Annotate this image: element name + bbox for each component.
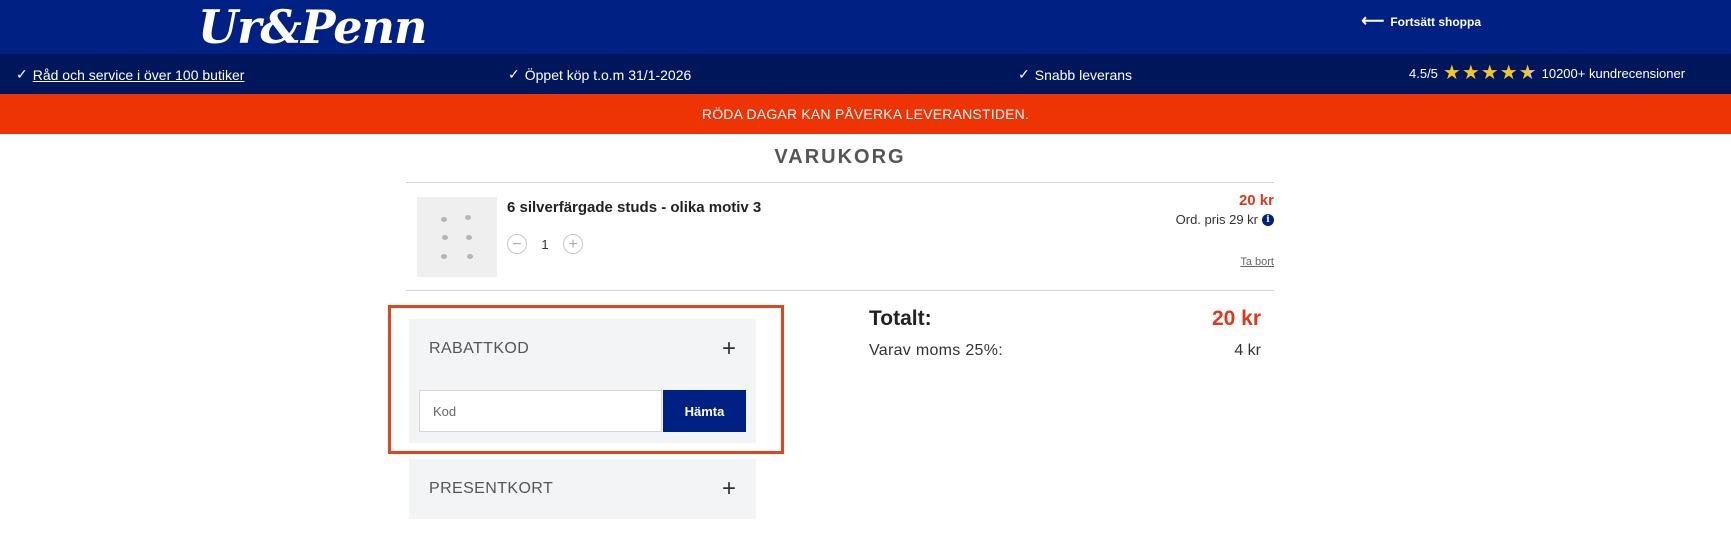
gift-card-panel: PRESENTKORT +: [409, 459, 756, 519]
delivery-alert-banner: RÖDA DAGAR KAN PÅVERKA LEVERANSTIDEN.: [0, 94, 1731, 134]
decrease-quantity-button[interactable]: −: [507, 234, 527, 254]
star-icon: ★: [1442, 62, 1461, 84]
vat-value: 4 kr: [1234, 342, 1261, 359]
review-count: 10200+ kundrecensioner: [1541, 65, 1686, 81]
rating-stars: ★ ★ ★ ★ ★: [1442, 62, 1537, 84]
check-icon: ✓: [508, 66, 520, 82]
star-icon: ★: [1480, 62, 1499, 84]
divider: [406, 290, 1274, 291]
gift-card-toggle[interactable]: PRESENTKORT +: [429, 459, 736, 519]
increase-quantity-button[interactable]: +: [563, 234, 583, 254]
rating-summary[interactable]: 4.5/5 ★ ★ ★ ★ ★ 10200+ kundrecensioner: [1409, 62, 1686, 84]
stud-dot: [467, 254, 473, 259]
stud-dot: [441, 217, 447, 222]
info-icon[interactable]: i: [1262, 213, 1274, 226]
product-image[interactable]: [417, 197, 497, 277]
stud-dot: [442, 235, 448, 240]
quantity-stepper: − 1 +: [507, 234, 583, 254]
highlight-box: [388, 305, 784, 454]
rating-score: 4.5/5: [1409, 65, 1438, 81]
arrow-left-icon: ⟵: [1361, 13, 1385, 30]
ordinary-price: Ord. pris 29 kr i: [1176, 212, 1274, 227]
star-icon: ★: [1499, 62, 1518, 84]
check-icon: ✓: [16, 66, 28, 82]
half-star-icon: ★: [1518, 62, 1537, 84]
total-label: Totalt:: [869, 307, 932, 330]
divider: [406, 182, 1274, 183]
site-header: Ur&Penn ⟵ Fortsätt shoppa: [0, 0, 1731, 54]
ordinary-price-label: Ord. pris 29 kr: [1175, 212, 1258, 227]
continue-shopping-label: Fortsätt shoppa: [1390, 15, 1481, 29]
item-price: 20 kr: [1238, 192, 1274, 209]
remove-item-link[interactable]: Ta bort: [1240, 256, 1274, 268]
plus-icon: +: [721, 475, 736, 502]
stud-dot: [441, 254, 447, 259]
gift-card-label: PRESENTKORT: [429, 480, 554, 497]
usp-fast-delivery-label: Snabb leverans: [1034, 66, 1133, 83]
logo[interactable]: Ur&Penn: [198, 0, 427, 54]
vat-label: Varav moms 25%:: [869, 342, 1004, 359]
quantity-value: 1: [541, 236, 549, 252]
usp-service-label[interactable]: Råd och service i över 100 butiker: [33, 67, 245, 83]
usp-fast-delivery: ✓ Snabb leverans: [1018, 66, 1132, 83]
usp-service[interactable]: ✓ Råd och service i över 100 butiker: [16, 66, 244, 83]
continue-shopping-link[interactable]: ⟵ Fortsätt shoppa: [1361, 13, 1481, 30]
usp-bar: ✓ Råd och service i över 100 butiker ✓ Ö…: [0, 54, 1731, 94]
total-value: 20 kr: [1211, 307, 1261, 330]
product-name[interactable]: 6 silverfärgade studs - olika motiv 3: [507, 199, 761, 216]
stud-dot: [465, 215, 471, 220]
check-icon: ✓: [1018, 66, 1030, 82]
stud-dot: [466, 235, 472, 240]
page-title: VARUKORG: [774, 146, 906, 168]
star-icon: ★: [1461, 62, 1480, 84]
usp-open-purchase: ✓ Öppet köp t.o.m 31/1-2026: [508, 66, 691, 83]
usp-open-purchase-label: Öppet köp t.o.m 31/1-2026: [524, 66, 692, 83]
